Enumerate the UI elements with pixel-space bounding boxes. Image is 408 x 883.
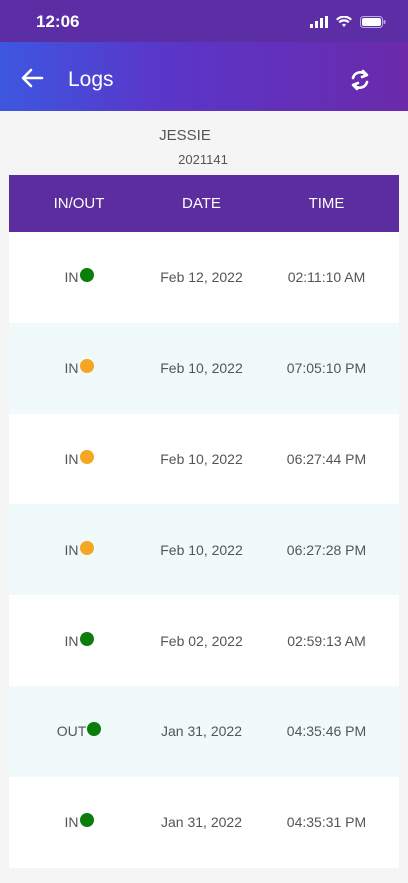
date-cell: Feb 10, 2022 bbox=[160, 541, 243, 558]
in-out-label: IN bbox=[64, 360, 79, 377]
time-cell: 06:27:28 PM bbox=[286, 541, 367, 558]
time-cell: 07:05:10 PM bbox=[286, 360, 367, 377]
profile-header: JESSIE 2021141 bbox=[0, 111, 408, 175]
status-dot-icon bbox=[79, 359, 94, 374]
date-cell: Jan 31, 2022 bbox=[161, 814, 242, 831]
back-button[interactable] bbox=[18, 64, 46, 92]
table-row[interactable]: IN Feb 12, 2022 02:11:10 AM bbox=[9, 232, 399, 323]
in-out-label: IN bbox=[64, 269, 79, 286]
in-out-cell: IN bbox=[9, 813, 149, 831]
date-cell: Feb 12, 2022 bbox=[160, 269, 243, 286]
header-in-out: IN/OUT bbox=[53, 195, 105, 212]
logs-table: IN/OUT DATE TIME IN Feb 12, 2022 02:11:10 … bbox=[9, 175, 399, 868]
time-cell: 04:35:31 PM bbox=[286, 814, 367, 831]
date-cell: Feb 02, 2022 bbox=[160, 632, 243, 649]
status-dot-icon bbox=[79, 813, 94, 828]
in-out-cell: OUT bbox=[9, 722, 149, 740]
status-dot-icon bbox=[87, 722, 102, 737]
time-cell: 02:59:13 AM bbox=[287, 632, 366, 649]
time-cell: 04:35:46 PM bbox=[286, 723, 367, 740]
page-title: Logs bbox=[68, 68, 114, 91]
status-dot-icon bbox=[79, 631, 94, 646]
in-out-cell: IN bbox=[9, 631, 149, 649]
employee-name: JESSIE bbox=[159, 127, 211, 144]
refresh-button[interactable] bbox=[346, 66, 374, 94]
app-bar: Logs bbox=[0, 42, 408, 111]
date-cell: Feb 10, 2022 bbox=[160, 360, 243, 377]
refresh-icon bbox=[351, 69, 369, 91]
table-row[interactable]: IN Feb 02, 2022 02:59:13 AM bbox=[9, 595, 399, 686]
employee-id: 2021141 bbox=[178, 152, 228, 167]
date-cell: Jan 31, 2022 bbox=[161, 723, 242, 740]
time-cell: 02:11:10 AM bbox=[287, 269, 366, 286]
table-row[interactable]: IN Feb 10, 2022 06:27:28 PM bbox=[9, 504, 399, 596]
in-out-label: IN bbox=[64, 450, 79, 467]
header-time: TIME bbox=[308, 195, 345, 212]
in-out-cell: IN bbox=[9, 449, 149, 467]
status-dot-icon bbox=[79, 540, 94, 555]
table-body: IN Feb 12, 2022 02:11:10 AM IN Feb 10, 2022 0… bbox=[9, 232, 399, 868]
status-time: 12:06 bbox=[36, 12, 80, 31]
header-date: DATE bbox=[182, 195, 221, 212]
table-row[interactable]: IN Feb 10, 2022 07:05:10 PM bbox=[9, 322, 399, 414]
cellular-signal-icon bbox=[310, 16, 328, 28]
arrow-left-icon bbox=[21, 68, 44, 88]
status-dot-icon bbox=[79, 268, 94, 283]
in-out-cell: IN bbox=[9, 540, 149, 558]
in-out-label: OUT bbox=[56, 723, 87, 740]
wifi-icon bbox=[336, 16, 352, 27]
in-out-cell: IN bbox=[9, 268, 149, 286]
in-out-label: IN bbox=[64, 541, 79, 558]
in-out-label: IN bbox=[64, 814, 79, 831]
status-dot-icon bbox=[79, 449, 94, 464]
battery-icon bbox=[360, 16, 386, 28]
time-cell: 06:27:44 PM bbox=[286, 450, 367, 467]
table-header: IN/OUT DATE TIME bbox=[9, 175, 399, 232]
status-icons bbox=[310, 12, 386, 32]
in-out-label: IN bbox=[64, 632, 79, 649]
in-out-cell: IN bbox=[9, 359, 149, 377]
table-row[interactable]: IN Jan 31, 2022 04:35:31 PM bbox=[9, 776, 399, 868]
status-bar: 12:06 bbox=[0, 0, 408, 42]
table-row[interactable]: IN Feb 10, 2022 06:27:44 PM bbox=[9, 413, 399, 505]
date-cell: Feb 10, 2022 bbox=[160, 450, 243, 467]
table-row[interactable]: OUT Jan 31, 2022 04:35:46 PM bbox=[9, 685, 399, 777]
